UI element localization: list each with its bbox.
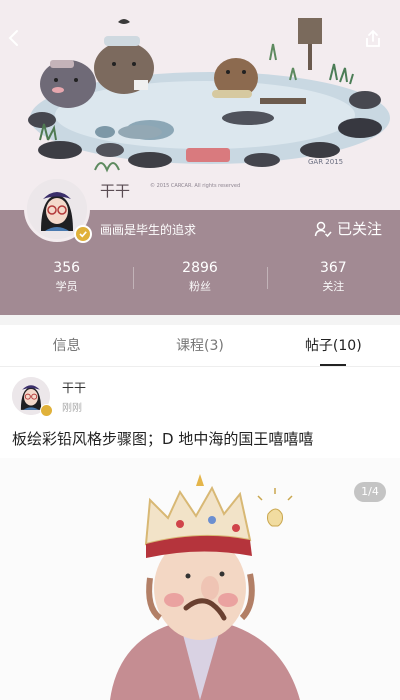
section-divider [0, 315, 400, 325]
profile-stats: 356 学员 2896 粉丝 367 关注 [0, 258, 400, 303]
share-button[interactable] [362, 28, 394, 60]
stat-following[interactable]: 367 关注 [266, 258, 400, 303]
stat-label: 粉丝 [188, 280, 211, 293]
post-image[interactable]: 1/4 [0, 458, 400, 700]
verified-badge-icon [74, 225, 92, 243]
tab-info[interactable]: 信息 [0, 325, 133, 366]
stat-value: 356 [53, 260, 81, 276]
stat-students[interactable]: 356 学员 [0, 258, 133, 303]
banner-signature: GAR 2015 [308, 158, 343, 166]
stat-value: 367 [319, 260, 347, 276]
profile-bio: 画画是毕生的追求 [100, 223, 197, 237]
stat-label: 关注 [322, 280, 345, 293]
banner-credit: © 2015 CARCAR. All rights reserved [150, 182, 240, 189]
share-icon [366, 29, 380, 47]
post-header: 干干 刚刚 [0, 367, 400, 422]
follow-label: 已关注 [336, 220, 382, 238]
back-button[interactable] [4, 28, 36, 60]
tab-courses[interactable]: 课程(3) [133, 325, 266, 366]
profile-username: 干干 [100, 183, 131, 200]
page-indicator: 1/4 [354, 482, 386, 502]
chevron-left-icon [8, 30, 18, 46]
profile-tabs: 信息 课程(3) 帖子(10) [0, 325, 400, 367]
follow-button[interactable]: 已关注 [314, 218, 382, 239]
stat-fans[interactable]: 2896 粉丝 [133, 258, 266, 303]
post-avatar[interactable] [12, 377, 53, 417]
post-text[interactable]: 板绘彩铅风格步骤图；D 地中海的国王嘻嘻嘻 [12, 428, 313, 449]
stat-value: 2896 [182, 260, 218, 276]
post-timestamp: 刚刚 [62, 403, 82, 414]
stat-label: 学员 [55, 280, 78, 293]
verified-badge-icon [40, 404, 53, 417]
profile-panel: 干干 画画是毕生的追求 已关注 356 学员 2896 粉丝 367 关注 [0, 176, 400, 315]
post-author[interactable]: 干干 [62, 379, 86, 396]
king-illustration [110, 474, 300, 700]
user-check-icon [314, 221, 332, 237]
tab-posts[interactable]: 帖子(10) [267, 325, 400, 366]
profile-avatar[interactable] [24, 176, 92, 243]
